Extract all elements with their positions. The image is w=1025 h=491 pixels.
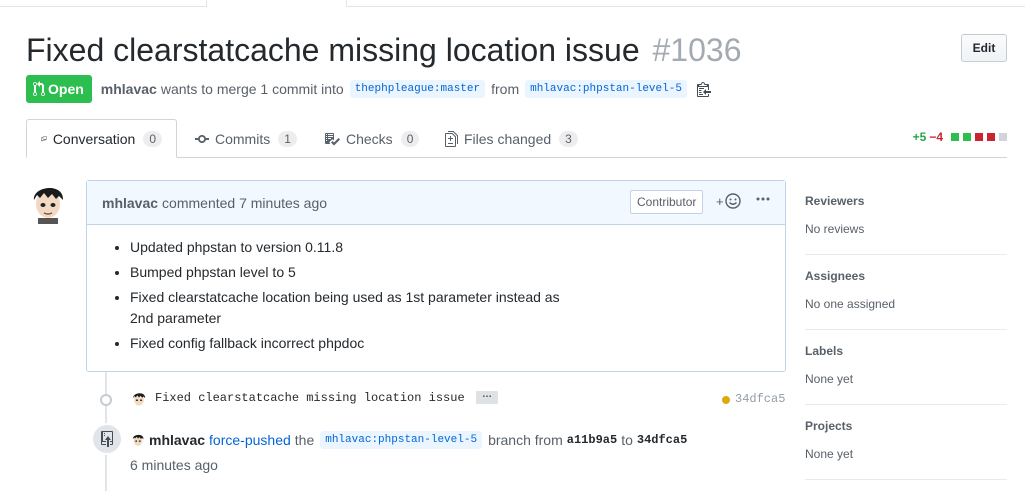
sidebar-heading: Reviewers bbox=[805, 194, 865, 208]
tab-commits[interactable]: Commits 1 bbox=[181, 119, 311, 158]
comment-author-link[interactable]: mhlavac bbox=[102, 195, 158, 211]
push-timestamp[interactable]: 6 minutes ago bbox=[130, 457, 218, 473]
push-branch[interactable]: mhlavac:phpstan-level-5 bbox=[320, 431, 483, 449]
diffstat-block-add bbox=[963, 133, 971, 141]
file-diff-icon bbox=[445, 130, 458, 147]
clipboard-icon[interactable] bbox=[696, 81, 711, 97]
comment-body: Updated phpstan to version 0.11.8 Bumped… bbox=[87, 225, 785, 354]
reaction-plus: + bbox=[716, 193, 724, 209]
pr-description-comment: mhlavac commented 7 minutes ago Contribu… bbox=[86, 180, 786, 372]
top-tab-strip bbox=[0, 0, 1025, 7]
merge-text: wants to merge 1 commit into bbox=[160, 81, 344, 97]
force-push-event: mhlavac force-pushed the mhlavac:phpstan… bbox=[130, 431, 691, 449]
sidebar-value: No one assigned bbox=[805, 297, 896, 311]
state-badge: Open bbox=[26, 75, 92, 103]
expand-commit-body-button[interactable]: … bbox=[476, 390, 498, 404]
pr-tabnav: Conversation 0 Commits 1 Checks 0 Files … bbox=[26, 119, 1007, 158]
list-item: Updated phpstan to version 0.11.8 bbox=[130, 237, 570, 258]
sidebar-reviewers[interactable]: Reviewers No reviews bbox=[805, 180, 1007, 255]
commit-author-avatar[interactable] bbox=[130, 390, 148, 408]
avatar[interactable] bbox=[26, 180, 70, 224]
push-branch-from-text: branch from bbox=[488, 432, 563, 448]
additions-count: +5 bbox=[912, 130, 927, 144]
state-label: Open bbox=[48, 81, 84, 97]
comment-header: mhlavac commented 7 minutes ago Contribu… bbox=[87, 181, 785, 225]
add-reaction-button[interactable]: + bbox=[716, 193, 741, 209]
base-branch[interactable]: thephpleague:master bbox=[349, 80, 486, 98]
tab-files-changed-label: Files changed bbox=[464, 130, 552, 147]
list-item: Fixed clearstatcache location being used… bbox=[130, 287, 570, 329]
tab-commits-label: Commits bbox=[215, 130, 271, 147]
diffstat: +5 −4 bbox=[913, 130, 1007, 144]
tab-conversation-count: 0 bbox=[143, 130, 162, 147]
push-author-avatar[interactable] bbox=[130, 432, 146, 448]
tab-conversation-label: Conversation bbox=[52, 130, 136, 147]
tab-commits-count: 1 bbox=[278, 130, 297, 147]
sidebar-value: None yet bbox=[805, 372, 854, 386]
tab-checks-count: 0 bbox=[400, 130, 420, 147]
contributor-badge: Contributor bbox=[630, 190, 704, 214]
tab-checks[interactable]: Checks 0 bbox=[310, 119, 433, 158]
pull-request-icon bbox=[33, 81, 45, 97]
comment-discussion-icon bbox=[41, 135, 47, 142]
repo-push-icon bbox=[91, 423, 123, 455]
push-author-link[interactable]: mhlavac bbox=[149, 432, 205, 448]
kebab-menu-icon[interactable] bbox=[755, 191, 771, 212]
pr-title-heading: Fixed clearstatcache missing location is… bbox=[26, 30, 741, 70]
sidebar-assignees[interactable]: Assignees No one assigned bbox=[805, 255, 1007, 330]
sidebar-heading: Assignees bbox=[805, 269, 866, 283]
smiley-icon bbox=[724, 193, 741, 209]
tab-checks-label: Checks bbox=[346, 130, 393, 147]
commit-message-link[interactable]: Fixed clearstatcache missing location is… bbox=[155, 391, 465, 405]
from-text: from bbox=[491, 81, 520, 97]
list-item: Fixed config fallback incorrect phpdoc bbox=[130, 333, 570, 354]
sidebar-value: No reviews bbox=[805, 222, 865, 236]
sidebar-heading: Projects bbox=[805, 419, 853, 433]
sidebar-heading: Labels bbox=[805, 344, 844, 358]
git-commit-icon bbox=[100, 394, 112, 406]
checklist-icon bbox=[325, 132, 340, 145]
pr-meta: Open mhlavac wants to merge 1 commit int… bbox=[26, 75, 711, 103]
list-item: Bumped phpstan level to 5 bbox=[130, 262, 570, 283]
diffstat-block-del bbox=[975, 133, 983, 141]
deletions-count: −4 bbox=[929, 130, 943, 144]
head-branch[interactable]: mhlavac:phpstan-level-5 bbox=[525, 80, 687, 98]
sidebar-labels[interactable]: Labels None yet bbox=[805, 330, 1007, 405]
tab-files-changed[interactable]: Files changed 3 bbox=[431, 119, 592, 158]
sidebar-projects[interactable]: Projects None yet bbox=[805, 405, 1007, 480]
to-sha-link[interactable]: 34dfca5 bbox=[637, 433, 687, 447]
change-list: Updated phpstan to version 0.11.8 Bumped… bbox=[87, 225, 785, 354]
push-the-text: the bbox=[294, 432, 315, 448]
pending-status-icon[interactable] bbox=[722, 396, 730, 404]
timeline-commit: Fixed clearstatcache missing location is… bbox=[86, 388, 786, 412]
top-tab-edge bbox=[206, 0, 347, 7]
pr-number: #1036 bbox=[652, 32, 742, 68]
pr-sidebar: Reviewers No reviews Assignees No one as… bbox=[805, 180, 1007, 480]
commit-sha-link[interactable]: 34dfca5 bbox=[735, 392, 785, 406]
edit-button[interactable]: Edit bbox=[961, 34, 1007, 62]
pr-author-link[interactable]: mhlavac bbox=[101, 81, 157, 97]
commit-icon bbox=[195, 134, 209, 143]
tab-conversation[interactable]: Conversation 0 bbox=[26, 119, 177, 158]
diffstat-block-neutral bbox=[999, 133, 1007, 141]
from-sha-link[interactable]: a11b9a5 bbox=[567, 433, 617, 447]
sidebar-value: None yet bbox=[805, 447, 854, 461]
force-pushed-link[interactable]: force-pushed bbox=[209, 432, 291, 448]
push-to-text: to bbox=[621, 432, 633, 448]
diffstat-block-del bbox=[987, 133, 995, 141]
tab-files-changed-count: 3 bbox=[559, 130, 578, 147]
pr-title: Fixed clearstatcache missing location is… bbox=[26, 32, 640, 68]
diffstat-block-add bbox=[951, 133, 959, 141]
comment-timestamp[interactable]: commented 7 minutes ago bbox=[162, 195, 327, 211]
